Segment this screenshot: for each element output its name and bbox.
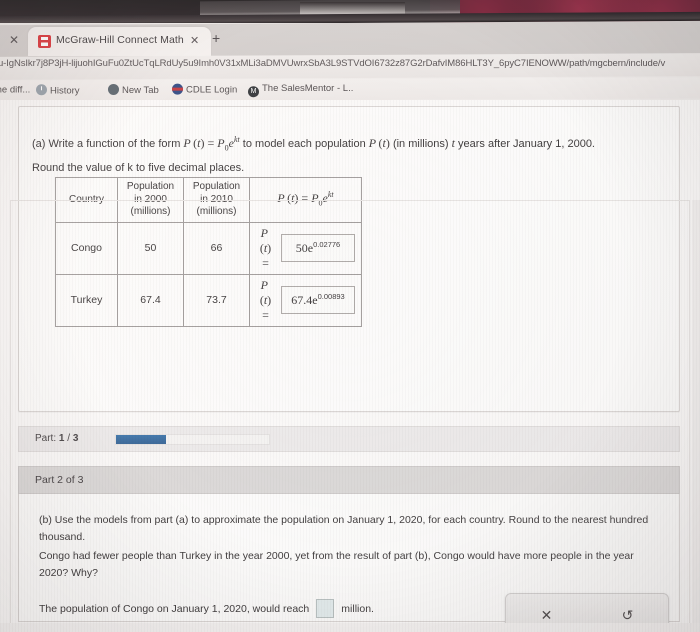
answer-base: 50e [295, 241, 314, 255]
header-line: Population [192, 181, 241, 192]
formula-inline-1: P (t) = P0ekt [183, 135, 240, 153]
answer-row-prefix: The population of Congo on January 1, 20… [39, 602, 310, 615]
answer-exponent: 0.02776 [313, 240, 341, 249]
cell-pop-2010: 66 [183, 221, 250, 275]
answer-row-suffix: million. [341, 602, 374, 615]
cell-formula-answer: P (t) = 67.4e0.00893 [249, 273, 362, 327]
salesmentor-icon: M [248, 86, 259, 98]
table-row: Congo 50 66 P (t) = 50e0.02776 [55, 221, 362, 275]
bookmark-history[interactable]: History [36, 84, 80, 96]
address-bar[interactable]: u-IgNsIkr7j8P3jH-lijuohIGuFu0ZtUcTqLRdUy… [0, 53, 700, 80]
answer-base: 67.4e [291, 293, 318, 307]
clear-button[interactable]: ✕ [506, 608, 587, 622]
answer-row-congo: The population of Congo on January 1, 20… [39, 599, 374, 618]
part-2-title: Part 2 of 3 [35, 474, 84, 486]
header-line: (millions) [196, 206, 237, 217]
close-icon[interactable]: ✕ [190, 35, 199, 48]
clock-icon [36, 84, 47, 96]
cell-pop-2000: 50 [117, 221, 184, 275]
progress-total: 3 [72, 433, 79, 444]
bookmarks-bar: the diff... History New Tab CDLE Login M… [0, 77, 700, 102]
question-a-line2: Round the value of k to five decimal pla… [32, 162, 245, 175]
browser-tabstrip: ✕ McGraw-Hill Connect Math ✕ + [0, 20, 700, 59]
bookmark-new-tab[interactable]: New Tab [108, 83, 159, 96]
progress-separator: / [67, 433, 71, 444]
header-population-2010: Population in 2010 (millions) [183, 177, 250, 223]
question-b-text: (b) Use the models from part (a) to appr… [39, 514, 649, 543]
formula-inline-2: P (t) [368, 136, 390, 150]
plus-icon[interactable]: + [212, 30, 220, 46]
page-content: (a) Write a function of the form P (t) =… [0, 100, 700, 632]
mcgraw-hill-favicon [38, 35, 51, 48]
photographed-screen: ✕ McGraw-Hill Connect Math ✕ + u-IgNsIkr… [0, 0, 700, 632]
question-a-line1-mid: to model each population [239, 138, 369, 150]
bottom-gutter [0, 623, 700, 632]
header-line: Population [126, 181, 175, 192]
question-a-line1-post: years after January 1, 2000. [454, 138, 595, 150]
part-progress-bar: Part: 1 / 3 [18, 426, 680, 452]
part-2-header: Part 2 of 3 [18, 466, 680, 494]
part-progress-label: Part: 1 / 3 [35, 433, 78, 444]
cell-formula-answer: P (t) = 50e0.02776 [249, 221, 362, 275]
table-header-row: Country Population in 2000 (millions) Po… [55, 177, 362, 223]
cell-country: Congo [55, 221, 118, 275]
progress-current: 1 [58, 433, 65, 444]
question-why-text: Congo had fewer people than Turkey in th… [39, 550, 634, 579]
progress-fill [116, 435, 167, 444]
answer-value: 67.4e0.00893 [291, 292, 344, 308]
undo-button[interactable]: ↺ [587, 608, 668, 622]
formula-lhs: P (t) = [259, 225, 272, 270]
globe-icon [108, 83, 119, 95]
bookmark-the-diff[interactable]: the diff... [0, 84, 30, 95]
header-country: Country [55, 177, 118, 223]
bookmark-label: New Tab [122, 84, 159, 96]
answer-value: 50e0.02776 [296, 240, 340, 256]
header-population-2000: Population in 2000 (millions) [117, 177, 184, 223]
progress-prefix: Part: [35, 433, 57, 444]
answer-exponent: 0.00893 [317, 292, 345, 301]
bookmark-salesmentor[interactable]: M The SalesMentor - L.. [248, 83, 354, 98]
bookmark-label: the diff... [0, 84, 31, 96]
header-line: in 2000 [134, 193, 167, 205]
bookmark-label: CDLE Login [186, 84, 238, 96]
table-row: Turkey 67.4 73.7 P (t) = 67.4e0.00893 [55, 273, 362, 327]
window-close-icon[interactable]: ✕ [6, 32, 22, 48]
header-line: (millions) [130, 206, 171, 217]
answer-input-congo[interactable]: 50e0.02776 [281, 234, 355, 262]
bookmark-label: History [50, 85, 80, 97]
monitor-bezel [0, 0, 700, 23]
cell-pop-2000: 67.4 [117, 273, 184, 327]
address-bar-url: u-IgNsIkr7j8P3jH-lijuohIGuFu0ZtUcTqLRdUy… [0, 58, 666, 70]
progress-track [115, 434, 270, 445]
cdle-icon [172, 83, 183, 95]
header-formula-math: P (t) = P0ekt [277, 190, 334, 208]
question-a-line1-pre: (a) Write a function of the form [32, 138, 184, 150]
header-formula: P (t) = P0ekt [249, 177, 362, 223]
question-a-line1-mid2: (in millions) [389, 138, 452, 150]
question-a-card: (a) Write a function of the form P (t) =… [18, 106, 680, 412]
header-line: in 2010 [200, 193, 233, 205]
answer-input-turkey[interactable]: 67.4e0.00893 [281, 286, 355, 314]
bookmark-cdle-login[interactable]: CDLE Login [172, 83, 238, 96]
question-a-text: (a) Write a function of the form P (t) =… [32, 129, 662, 179]
population-table: Country Population in 2000 (millions) Po… [55, 177, 362, 327]
congo-population-input[interactable] [316, 599, 335, 618]
formula-lhs: P (t) = [259, 277, 272, 322]
cell-country: Turkey [55, 273, 118, 327]
browser-tab[interactable]: McGraw-Hill Connect Math ✕ [28, 27, 211, 56]
right-gutter [692, 200, 700, 632]
bookmark-label: The SalesMentor - L.. [262, 83, 354, 95]
cell-pop-2010: 73.7 [183, 273, 250, 327]
browser-tab-title: McGraw-Hill Connect Math [56, 34, 184, 46]
